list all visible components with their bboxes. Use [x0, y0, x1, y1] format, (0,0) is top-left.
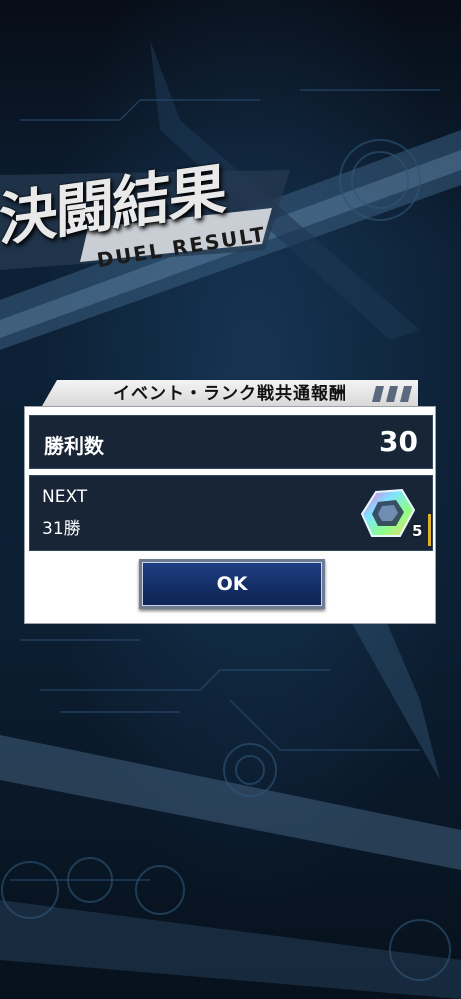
next-reward-row: NEXT 31勝 5 — [29, 475, 433, 551]
next-label: NEXT — [42, 487, 88, 507]
gem-count: 5 — [412, 522, 423, 540]
header-decoration-icon — [372, 386, 412, 402]
wins-label: 勝利数 — [44, 434, 104, 458]
next-value: 31勝 — [42, 519, 81, 539]
wins-row: 勝利数 30 — [29, 415, 433, 469]
dialog-header: イベント・ランク戦共通報酬 — [42, 380, 418, 406]
gem-icon — [360, 488, 416, 537]
reward-indicator-bar — [428, 514, 431, 546]
ok-button[interactable]: OK — [139, 559, 325, 609]
wins-value: 30 — [379, 425, 418, 458]
dialog-body: 勝利数 30 NEXT 31勝 5 OK — [24, 406, 436, 624]
dialog-title: イベント・ランク戦共通報酬 — [113, 384, 347, 404]
reward-dialog: イベント・ランク戦共通報酬 勝利数 30 NEXT 31勝 5 OK — [24, 380, 436, 624]
